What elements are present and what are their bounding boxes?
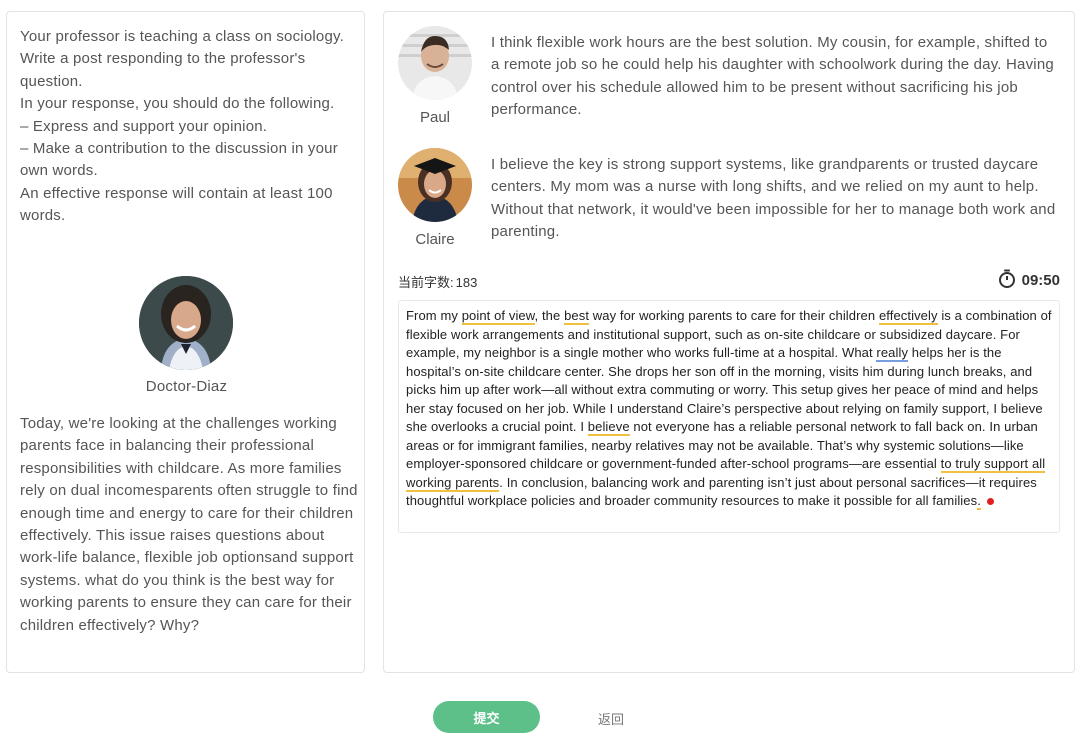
- essay-editor[interactable]: From my point of view, the best way for …: [398, 300, 1060, 533]
- error-dot-icon[interactable]: [986, 498, 994, 506]
- timer: 09:50: [998, 269, 1060, 292]
- student-name-claire: Claire: [415, 231, 455, 248]
- prompt-panel: Your professor is teaching a class on so…: [6, 11, 365, 673]
- submit-button[interactable]: 提交: [433, 701, 540, 733]
- flagged-phrase[interactable]: point of view: [461, 308, 535, 325]
- professor-question: Today, we're looking at the challenges w…: [20, 415, 358, 634]
- instructions: Your professor is teaching a class on so…: [20, 26, 355, 228]
- instruction-line: – Express and support your opinion.: [20, 117, 268, 135]
- essay-text: way for working parents to care for thei…: [589, 308, 879, 323]
- flagged-phrase[interactable]: really: [876, 345, 909, 362]
- essay-text: , the: [534, 308, 565, 323]
- professor-name: Doctor-Diaz: [145, 378, 228, 395]
- student-post-claire: I believe the key is strong support syst…: [491, 156, 1056, 241]
- student-post-paul: I think flexible work hours are the best…: [491, 34, 1054, 119]
- word-count: 当前字数: 183: [398, 272, 477, 291]
- stopwatch-icon: [998, 269, 1016, 292]
- word-count-label: 当前字数:: [398, 275, 454, 290]
- student-avatar-paul: [398, 26, 472, 100]
- flagged-phrase[interactable]: best: [564, 308, 590, 325]
- flagged-phrase[interactable]: effectively: [878, 308, 938, 325]
- flagged-phrase[interactable]: .: [977, 493, 981, 510]
- instruction-line: – Make a contribution to the discussion …: [20, 140, 338, 180]
- essay-text: believe: [1000, 400, 1043, 416]
- timer-value: 09:50: [1021, 272, 1060, 289]
- flagged-phrase[interactable]: believe: [587, 419, 630, 436]
- student-name-paul: Paul: [419, 109, 451, 126]
- student-avatar-claire: [398, 148, 472, 222]
- essay-text: . In conclusion, balancing work and pare…: [406, 474, 1037, 509]
- discussion-panel: Paul I think flexible work hours are the…: [383, 11, 1075, 673]
- essay-text: she overlooks a crucial point. I: [406, 419, 588, 434]
- essay-text: From my: [406, 308, 462, 323]
- instruction-line: Your professor is teaching a class on so…: [20, 28, 344, 90]
- back-link[interactable]: 返回: [598, 709, 624, 728]
- professor-avatar: [139, 276, 233, 370]
- word-count-value: 183: [455, 275, 478, 290]
- instruction-line: In your response, you should do the foll…: [20, 95, 335, 113]
- instruction-line: An effective response will contain at le…: [20, 184, 333, 225]
